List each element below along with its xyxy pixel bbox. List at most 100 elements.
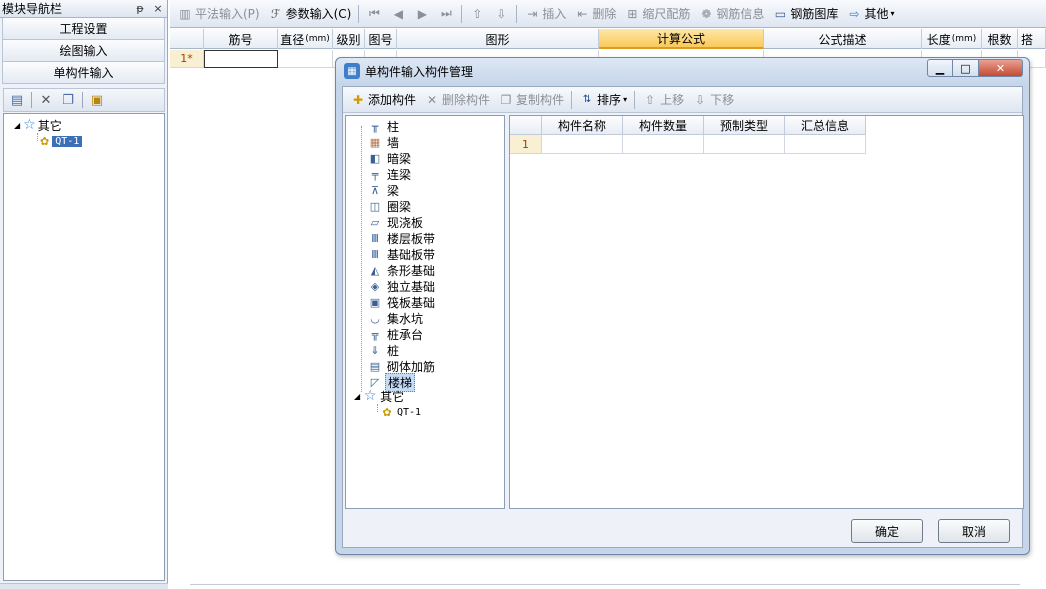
cell-rebar-no[interactable] <box>204 50 278 68</box>
nav-button-single-component-input[interactable]: 单构件输入 <box>2 62 165 84</box>
col-formula[interactable]: 计算公式 <box>599 29 764 49</box>
cell-component-count[interactable] <box>623 135 704 154</box>
tree-node-label: 筏板基础 <box>387 295 436 310</box>
minimize-icon: ▁ <box>935 61 945 75</box>
tree-node-component-type[interactable]: ╥ 柱 <box>368 118 401 134</box>
expand-arrow-icon[interactable]: ◢ <box>14 121 20 130</box>
toolbar-separator <box>358 4 360 23</box>
next-record-button[interactable]: ▶ <box>411 3 433 25</box>
col-length-label: 长度 <box>926 32 951 47</box>
new-component-icon[interactable]: ▤ <box>9 92 25 108</box>
tree-node-component-type[interactable]: ◧ 暗梁 <box>368 150 413 166</box>
cancel-button[interactable]: 取消 <box>938 519 1010 543</box>
tree-node-component-type[interactable]: ▦ 墙 <box>368 134 401 150</box>
rebar-library-label: 钢筋图库 <box>790 7 839 21</box>
component-manager-dialog: ▦ 单构件输入构件管理 ▁ □ ✕ ✚ 添加构件 ✕ 删除构件 ❐ 复制构件 ⇅ <box>335 57 1030 555</box>
col-summary-info[interactable]: 汇总信息 <box>785 116 866 135</box>
scale-rebar-button[interactable]: ⊞ 缩尺配筋 <box>621 3 693 25</box>
col-prefab-type[interactable]: 预制类型 <box>704 116 785 135</box>
delete-button[interactable]: ⇤ 删除 <box>571 3 619 25</box>
nav-button-project-settings[interactable]: 工程设置 <box>2 18 165 40</box>
component-type-icon: ◈ <box>370 279 380 293</box>
last-record-button[interactable]: ⏭ <box>435 3 457 25</box>
ok-button[interactable]: 确定 <box>851 519 923 543</box>
row-number[interactable]: 1* <box>170 50 204 68</box>
prev-record-button[interactable]: ◀ <box>387 3 409 25</box>
flat-input-button[interactable]: ▥ 平法输入(P) <box>174 3 263 25</box>
col-count[interactable]: 根数 <box>982 29 1018 49</box>
move-up-button[interactable]: ⇧ 上移 <box>639 89 687 111</box>
row-number[interactable]: 1 <box>510 135 542 154</box>
tree-node-component-type[interactable]: ▣ 筏板基础 <box>368 294 437 310</box>
main-toolbar: ▥ 平法输入(P) ℱ 参数输入(C) ⏮ ◀ ▶ ⏭ ⇧ ⇩ ⇥ 插入 ⇤ 删… <box>170 0 1046 28</box>
move-up-label: 上移 <box>660 93 685 107</box>
col-shape[interactable]: 图形 <box>397 29 599 49</box>
tree-node-other[interactable]: ◢ ☆ 其它 <box>14 117 62 133</box>
param-input-button[interactable]: ℱ 参数输入(C) <box>265 3 355 25</box>
col-grade[interactable]: 级别 <box>333 29 365 49</box>
tree-node-component-type[interactable]: Ⅲ 基础板带 <box>368 246 437 262</box>
cell-component-name[interactable] <box>542 135 623 154</box>
tree-node-component-type[interactable]: ◭ 条形基础 <box>368 262 437 278</box>
expand-arrow-icon[interactable]: ◢ <box>354 392 360 401</box>
minimize-button[interactable]: ▁ <box>927 59 953 77</box>
tree-node-qt-1[interactable]: ✿ QT-1 <box>40 133 83 149</box>
other-menu-button[interactable]: ⇨ 其他 ▾ <box>843 3 897 25</box>
table-icon: ▥ <box>179 6 191 21</box>
tree-node-component-type[interactable]: ▱ 现浇板 <box>368 214 425 230</box>
col-figure-no[interactable]: 图号 <box>365 29 397 49</box>
tree-node-other[interactable]: ◢ ☆ 其它 <box>354 388 404 404</box>
move-up-button[interactable]: ⇧ <box>466 3 488 25</box>
copy-icon: ❐ <box>500 92 512 107</box>
paste-icon[interactable]: ▣ <box>89 92 105 108</box>
tree-node-qt-1[interactable]: ✿ QT-1 <box>380 404 421 420</box>
component-type-icon: ⇓ <box>370 343 380 357</box>
col-component-count[interactable]: 构件数量 <box>623 116 704 135</box>
col-rebar-no[interactable]: 筋号 <box>204 29 278 49</box>
tree-node-component-type[interactable]: ◡ 集水坑 <box>368 310 425 326</box>
pin-icon[interactable]: ᵽ <box>131 2 149 15</box>
tree-node-component-type[interactable]: ╤ 连梁 <box>368 166 413 182</box>
tree-node-label: 其它 <box>37 118 62 133</box>
close-button[interactable]: ✕ <box>979 59 1023 77</box>
cell-diameter[interactable] <box>278 50 333 68</box>
col-length[interactable]: 长度 (mm) <box>922 29 982 49</box>
tree-node-component-type[interactable]: ◫ 圈梁 <box>368 198 413 214</box>
col-diameter[interactable]: 直径 (mm) <box>278 29 333 49</box>
add-component-button[interactable]: ✚ 添加构件 <box>347 89 419 111</box>
cell-summary-info[interactable] <box>785 135 866 154</box>
delete-component-button[interactable]: ✕ 删除构件 <box>421 89 493 111</box>
move-down-button[interactable]: ⇩ 下移 <box>689 89 737 111</box>
rebar-library-button[interactable]: ▭ 钢筋图库 <box>769 3 841 25</box>
col-formula-desc[interactable]: 公式描述 <box>764 29 922 49</box>
copy-component-button[interactable]: ❐ 复制构件 <box>495 89 567 111</box>
tree-node-component-type[interactable]: ⇓ 桩 <box>368 342 401 358</box>
tree-line <box>37 133 38 141</box>
nav-toolbar: ▤ ✕ ❐ ▣ <box>3 88 165 112</box>
rebar-info-button[interactable]: ❁ 钢筋信息 <box>695 3 767 25</box>
maximize-button[interactable]: □ <box>953 59 979 77</box>
dialog-title-bar[interactable]: ▦ 单构件输入构件管理 ▁ □ ✕ <box>336 58 1029 84</box>
component-type-icon: ◫ <box>369 199 381 213</box>
delete-icon[interactable]: ✕ <box>38 92 54 108</box>
tree-node-component-type[interactable]: ⊼ 梁 <box>368 182 401 198</box>
gear-icon: ✿ <box>40 134 50 148</box>
sort-button[interactable]: ⇅ 排序 ▾ <box>576 89 630 111</box>
first-record-button[interactable]: ⏮ <box>363 3 385 25</box>
cell-prefab-type[interactable] <box>704 135 785 154</box>
maximize-icon: □ <box>960 61 971 75</box>
nav-button-drawing-input[interactable]: 绘图输入 <box>2 40 165 62</box>
insert-button[interactable]: ⇥ 插入 <box>521 3 569 25</box>
last-icon: ⏭ <box>440 6 452 20</box>
scale-icon: ⊞ <box>627 6 638 21</box>
tree-node-component-type[interactable]: ◈ 独立基础 <box>368 278 437 294</box>
col-lap[interactable]: 搭 <box>1018 29 1046 49</box>
copy-icon[interactable]: ❐ <box>60 92 76 108</box>
move-down-button[interactable]: ⇩ <box>490 3 512 25</box>
col-component-name[interactable]: 构件名称 <box>542 116 623 135</box>
tree-node-component-type[interactable]: Ⅲ 楼层板带 <box>368 230 437 246</box>
tree-node-component-type[interactable]: ╦ 桩承台 <box>368 326 425 342</box>
grid-header-row: 筋号 直径 (mm) 级别 图号 图形 计算公式 公式描述 长度 (mm) 根数 搭 <box>170 29 1046 49</box>
gear-icon: ✿ <box>382 405 392 419</box>
close-icon[interactable]: × <box>149 2 167 15</box>
